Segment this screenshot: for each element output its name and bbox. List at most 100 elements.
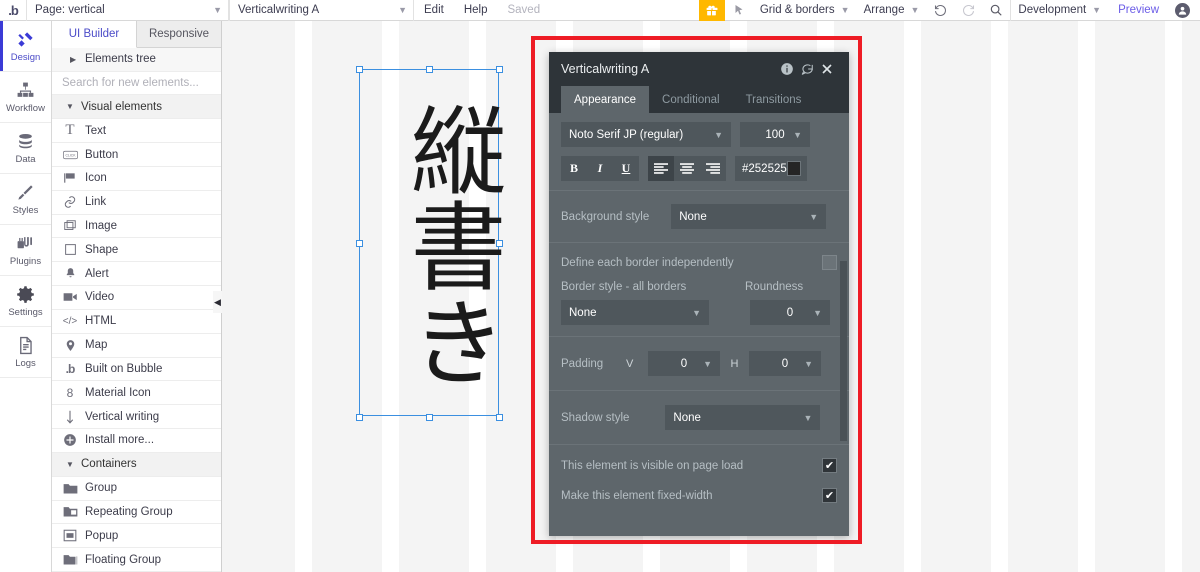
element-item-vertical-writing[interactable]: Vertical writing xyxy=(52,405,221,430)
search-new-elements[interactable] xyxy=(52,71,221,96)
property-editor[interactable]: Verticalwriting A Appearance Conditional… xyxy=(549,52,849,536)
element-item-link[interactable]: Link xyxy=(52,190,221,215)
element-item-button[interactable]: CLICK Button xyxy=(52,143,221,167)
avatar[interactable] xyxy=(1175,2,1190,18)
containers-section[interactable]: ▼ Containers xyxy=(52,452,221,477)
floating-folder-icon xyxy=(62,552,78,568)
sidebar-item-design[interactable]: Design xyxy=(0,21,51,72)
background-row: Background style None ▼ xyxy=(561,204,837,229)
element-item-text[interactable]: T Text xyxy=(52,119,221,144)
border-style-select[interactable]: None ▼ xyxy=(561,300,709,325)
bold-button[interactable]: B xyxy=(561,156,587,181)
undo-icon[interactable] xyxy=(926,0,954,21)
fixed-width-checkbox[interactable]: ✔ xyxy=(822,488,837,503)
version-menu[interactable]: Development ▼ xyxy=(1011,4,1108,16)
font-size-select[interactable]: 100 ▼ xyxy=(740,122,810,147)
sidebar-item-logs[interactable]: Logs xyxy=(0,327,51,378)
sidebar-item-workflow[interactable]: Workflow xyxy=(0,72,51,123)
tab-transitions[interactable]: Transitions xyxy=(733,86,815,113)
resize-handle-s[interactable] xyxy=(426,414,433,421)
chevron-right-icon: ▶ xyxy=(70,54,77,64)
gift-icon[interactable] xyxy=(698,0,725,21)
element-item-map[interactable]: Map xyxy=(52,333,221,358)
border-style-label: Border style - all borders xyxy=(561,281,687,293)
grid-borders-menu[interactable]: Grid & borders ▼ xyxy=(753,4,857,16)
pointer-icon[interactable] xyxy=(725,0,753,21)
background-style-select[interactable]: None ▼ xyxy=(671,204,827,229)
element-item-icon[interactable]: Icon xyxy=(52,166,221,191)
element-item-repeating-group[interactable]: Repeating Group xyxy=(52,500,221,525)
elements-tree-toggle[interactable]: ▶ Elements tree xyxy=(52,47,221,72)
element-item-floating-group[interactable]: Floating Group xyxy=(52,548,221,572)
edit-menu[interactable]: Edit xyxy=(414,0,454,21)
element-item-label: Popup xyxy=(85,529,119,542)
page-selector[interactable]: Page: vertical ▼ xyxy=(26,0,229,21)
align-right-icon[interactable] xyxy=(700,156,726,181)
sidebar-item-settings[interactable]: Settings xyxy=(0,276,51,327)
resize-handle-nw[interactable] xyxy=(356,66,363,73)
resize-handle-e[interactable] xyxy=(496,240,503,247)
info-icon[interactable] xyxy=(777,59,797,79)
repeating-folder-icon xyxy=(62,504,78,520)
element-item-alert[interactable]: Alert xyxy=(52,262,221,287)
shadow-style-select[interactable]: None ▼ xyxy=(665,405,821,430)
element-item-html[interactable]: </> HTML xyxy=(52,309,221,334)
elements-panel-tabs: UI Builder Responsive xyxy=(52,21,221,48)
element-item-built-on-bubble[interactable]: .b Built on Bubble xyxy=(52,357,221,382)
preview-button[interactable]: Preview xyxy=(1108,4,1169,16)
font-row: Noto Serif JP (regular) ▼ 100 ▼ xyxy=(561,122,837,147)
selected-element-box[interactable]: 縦書き xyxy=(356,66,506,421)
bubble-logo-icon[interactable]: .b xyxy=(0,0,26,20)
property-editor-scrollbar[interactable] xyxy=(840,261,847,441)
align-center-icon[interactable] xyxy=(674,156,700,181)
italic-button[interactable]: I xyxy=(587,156,613,181)
tab-ui-builder[interactable]: UI Builder xyxy=(52,21,137,48)
underline-button[interactable]: U xyxy=(613,156,639,181)
close-icon[interactable] xyxy=(817,59,837,79)
resize-handle-w[interactable] xyxy=(356,240,363,247)
comment-icon[interactable] xyxy=(797,59,817,79)
element-item-shape[interactable]: Shape xyxy=(52,238,221,263)
tab-appearance[interactable]: Appearance xyxy=(561,86,650,113)
redo-icon[interactable] xyxy=(954,0,982,21)
arrange-menu[interactable]: Arrange ▼ xyxy=(857,4,927,16)
element-item-material-icon[interactable]: 8 Material Icon xyxy=(52,381,221,406)
search-input[interactable] xyxy=(62,77,212,90)
element-item-video[interactable]: Video xyxy=(52,286,221,310)
element-item-popup[interactable]: Popup xyxy=(52,524,221,549)
chevron-down-icon: ▼ xyxy=(1092,5,1102,15)
html-icon: </> xyxy=(62,315,78,327)
tab-conditional[interactable]: Conditional xyxy=(649,86,733,113)
visible-checkbox[interactable]: ✔ xyxy=(822,458,837,473)
help-menu[interactable]: Help xyxy=(454,0,498,21)
tab-responsive[interactable]: Responsive xyxy=(137,21,221,47)
font-family-select[interactable]: Noto Serif JP (regular) ▼ xyxy=(561,122,731,147)
define-borders-checkbox[interactable] xyxy=(822,255,837,270)
design-icon xyxy=(16,30,36,50)
resize-handle-se[interactable] xyxy=(496,414,503,421)
search-icon[interactable] xyxy=(982,0,1010,21)
resize-handle-sw[interactable] xyxy=(356,414,363,421)
element-item-image[interactable]: Image xyxy=(52,214,221,239)
chevron-down-icon: ▼ xyxy=(809,211,819,222)
element-item-install-more[interactable]: Install more... xyxy=(52,429,221,453)
padding-v-select[interactable]: 0 ▼ xyxy=(648,351,720,376)
sidebar-item-data[interactable]: Data xyxy=(0,123,51,174)
sidebar-item-styles[interactable]: Styles xyxy=(0,174,51,225)
roundness-select[interactable]: 0 ▼ xyxy=(750,300,830,325)
shadow-row: Shadow style None ▼ xyxy=(561,405,837,430)
resize-handle-ne[interactable] xyxy=(496,66,503,73)
element-item-label: Repeating Group xyxy=(85,505,173,518)
resize-handle-n[interactable] xyxy=(426,66,433,73)
padding-h-select[interactable]: 0 ▼ xyxy=(749,351,821,376)
element-item-group[interactable]: Group xyxy=(52,476,221,501)
chevron-down-icon: ▼ xyxy=(703,358,712,369)
text-icon: T xyxy=(65,122,75,139)
align-left-icon[interactable] xyxy=(648,156,674,181)
visual-elements-section[interactable]: ▼ Visual elements xyxy=(52,95,221,120)
define-borders-row: Define each border independently xyxy=(561,255,837,270)
element-selector[interactable]: Verticalwriting A ▼ xyxy=(229,0,414,21)
font-color-picker[interactable]: #252525 xyxy=(735,156,807,181)
sidebar-item-plugins[interactable]: Plugins xyxy=(0,225,51,276)
collapse-left-icon[interactable]: ◀ xyxy=(213,291,222,313)
